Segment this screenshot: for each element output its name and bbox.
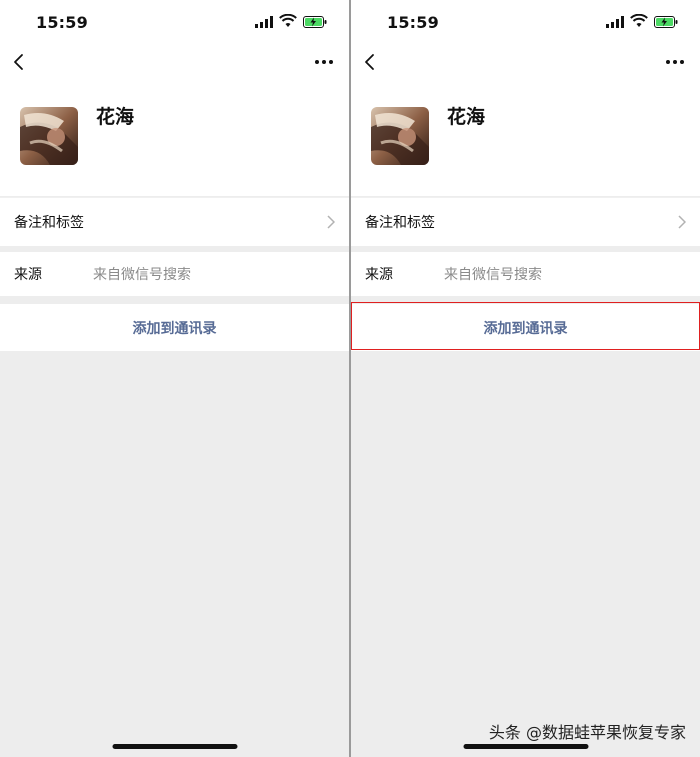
add-to-contacts-button[interactable]: 添加到通讯录 [351,304,700,351]
source-label: 来源 [365,267,393,283]
battery-charging-icon [654,16,678,28]
add-to-contacts-button[interactable]: 添加到通讯录 [0,304,349,351]
add-to-contacts-label: 添加到通讯录 [483,320,568,337]
status-bar: 15:59 [351,0,700,44]
back-icon[interactable] [10,52,28,72]
chevron-right-icon [327,215,335,229]
back-icon[interactable] [361,52,379,72]
phone-screen-right: 15:59 花海 备注和标签 来源 来自微信号搜索 添加到通讯录 头条 @数据蛙… [351,0,700,757]
profile-name: 花海 [447,106,486,128]
remarks-tags-row[interactable]: 备注和标签 [351,197,700,246]
remarks-tags-label: 备注和标签 [365,215,435,231]
wifi-icon [279,14,297,27]
avatar[interactable] [371,107,429,165]
chevron-right-icon [678,215,686,229]
signal-icon [255,16,273,28]
battery-charging-icon [303,16,327,28]
source-row: 来源 来自微信号搜索 [0,252,349,296]
source-value: 来自微信号搜索 [93,267,191,283]
remarks-tags-row[interactable]: 备注和标签 [0,197,349,246]
signal-icon [606,16,624,28]
status-time: 15:59 [36,13,88,32]
source-label: 来源 [14,267,42,283]
nav-bar [351,44,700,80]
home-indicator [463,744,588,749]
wifi-icon [630,14,648,27]
source-row: 来源 来自微信号搜索 [351,252,700,296]
more-options-icon[interactable] [313,52,335,72]
avatar[interactable] [20,107,78,165]
remarks-tags-label: 备注和标签 [14,215,84,231]
add-to-contacts-label: 添加到通讯录 [132,320,217,337]
source-value: 来自微信号搜索 [444,267,542,283]
phone-screen-left: 15:59 花海 备注和标签 来源 来自微信号搜索 添加到通讯录 [0,0,349,757]
home-indicator [112,744,237,749]
nav-bar [0,44,349,80]
watermark-text: 头条 @数据蛙苹果恢复专家 [488,723,686,742]
more-options-icon[interactable] [664,52,686,72]
status-time: 15:59 [387,13,439,32]
profile-name: 花海 [96,106,135,128]
status-bar: 15:59 [0,0,349,44]
